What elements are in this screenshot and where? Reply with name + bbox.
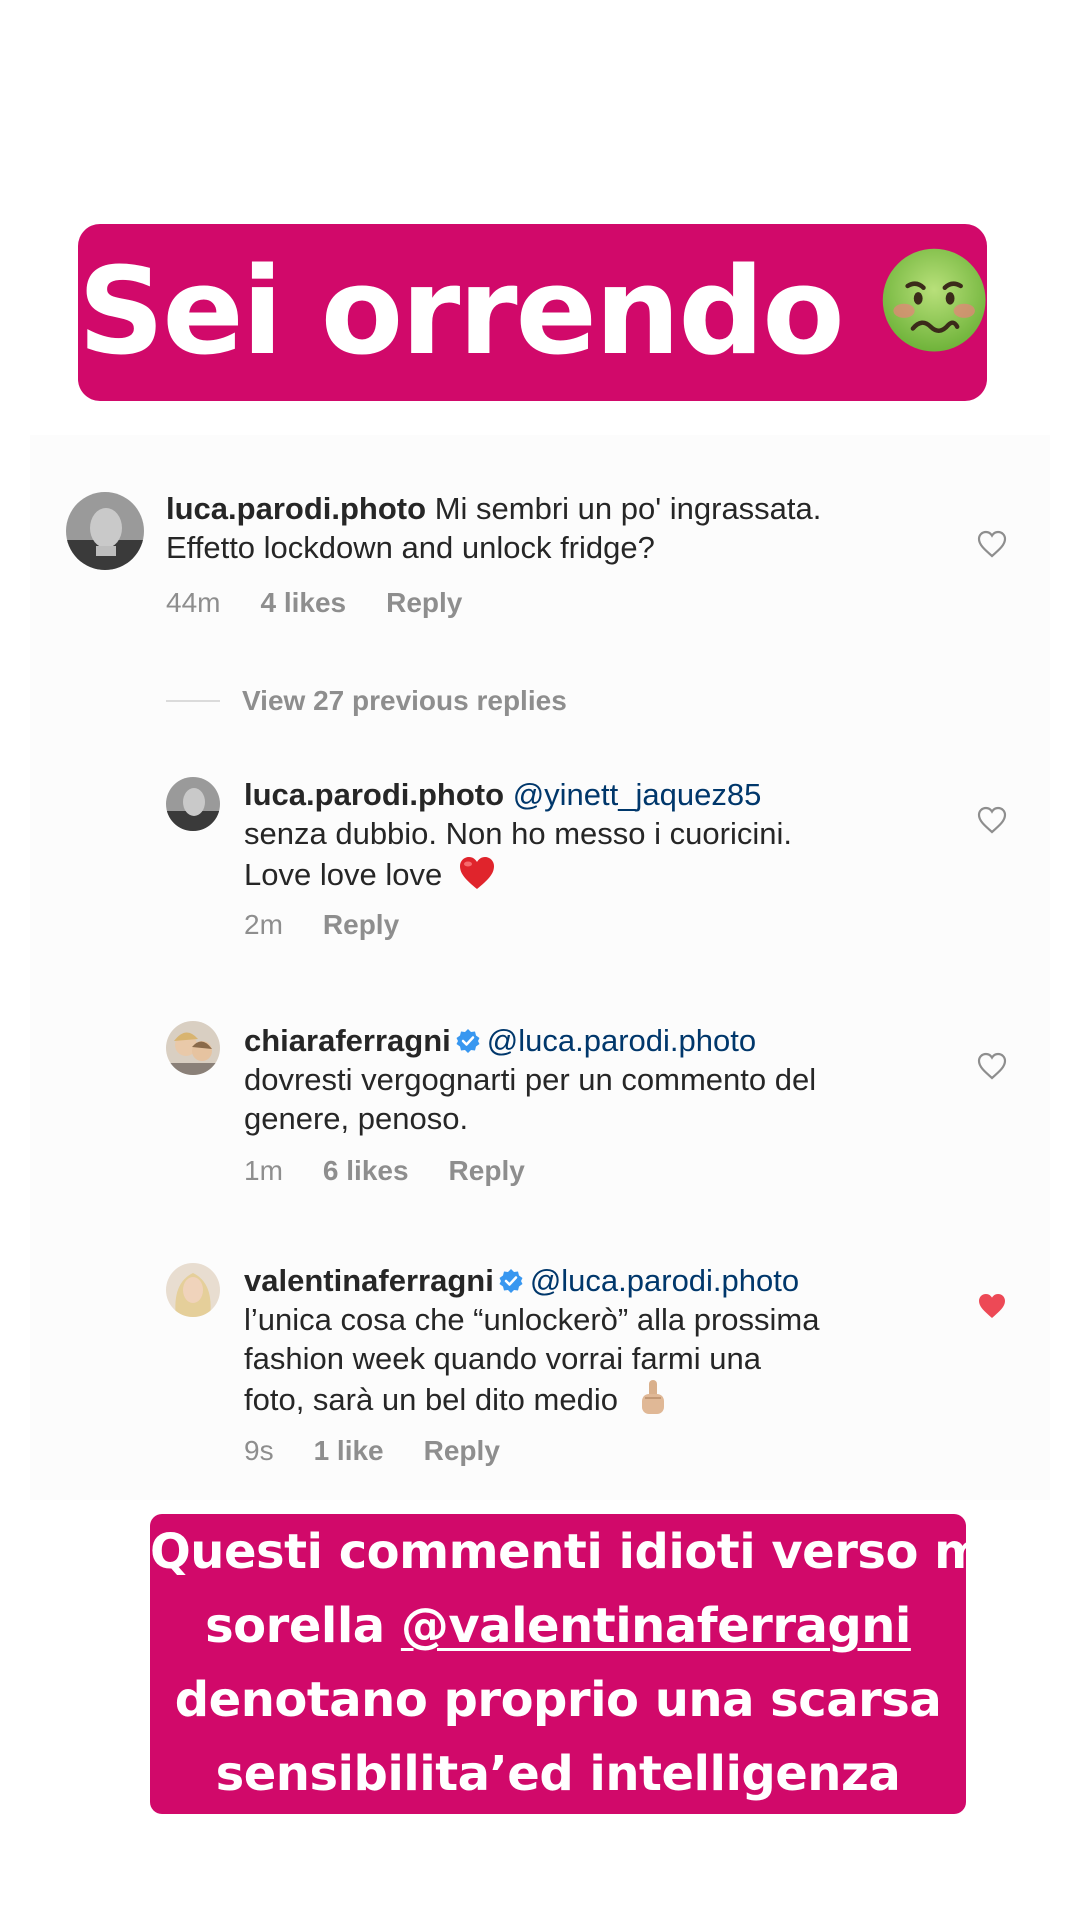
caption-mention-link[interactable]: @valentinaferragni	[401, 1598, 911, 1654]
caption-line: sorella @valentinaferragni	[205, 1598, 911, 1654]
comment-text: luca.parodi.photo @yinett_jaquez85 senza…	[244, 777, 792, 893]
comments-screenshot: luca.parodi.photo Mi sembri un po' ingra…	[30, 435, 1050, 1500]
caption-line: Questi commenti idioti verso mia	[150, 1524, 1032, 1580]
avatar[interactable]	[166, 1263, 220, 1317]
avatar[interactable]	[166, 1021, 220, 1075]
likes-count[interactable]: 1 like	[314, 1435, 384, 1467]
comment-text: chiaraferragni @luca.parodi.photo dovrest…	[244, 1023, 817, 1136]
comment-text: valentinaferragni @luca.parodi.photo l’un…	[244, 1263, 820, 1418]
caption-line: denotano proprio una scarsa	[174, 1672, 942, 1728]
comment-meta: 9s 1 like Reply	[244, 1435, 500, 1467]
title-text: Sei orrendo	[78, 243, 845, 382]
likes-count[interactable]: 6 likes	[323, 1155, 409, 1187]
heart-outline-icon[interactable]	[976, 529, 1008, 559]
comment-meta: 1m 6 likes Reply	[244, 1155, 525, 1187]
verified-badge-icon	[498, 1264, 524, 1293]
heart-outline-icon[interactable]	[976, 1051, 1008, 1081]
comment-time: 2m	[244, 909, 283, 940]
comment-username[interactable]: luca.parodi.photo	[244, 777, 504, 812]
avatar[interactable]	[66, 492, 144, 570]
heart-outline-icon[interactable]	[976, 805, 1008, 835]
comment-time: 9s	[244, 1435, 274, 1466]
verified-badge-icon	[455, 1024, 481, 1053]
reply-button[interactable]: Reply	[386, 587, 462, 619]
reply-button[interactable]: Reply	[449, 1155, 525, 1187]
mention-link[interactable]: @yinett_jaquez85	[513, 777, 762, 812]
comment-time: 44m	[166, 587, 221, 618]
mention-link[interactable]: @luca.parodi.photo	[487, 1023, 756, 1058]
reply-button[interactable]: Reply	[323, 909, 399, 941]
comment-meta: 2m Reply	[244, 909, 399, 941]
heart-filled-icon[interactable]	[976, 1291, 1008, 1321]
comment-username[interactable]: luca.parodi.photo	[166, 491, 426, 526]
title-sticker: Sei orrendo	[78, 224, 987, 401]
caption-sticker: Questi commenti idioti verso mia sorella…	[150, 1514, 1032, 1814]
red-heart-icon	[457, 853, 497, 893]
comment-username[interactable]: valentinaferragni	[244, 1263, 494, 1298]
nauseated-face-icon	[881, 247, 987, 367]
middle-finger-icon	[633, 1378, 673, 1418]
comment-time: 1m	[244, 1155, 283, 1186]
comment-text: luca.parodi.photo Mi sembri un po' ingra…	[166, 491, 822, 565]
comment-meta: 44m 4 likes Reply	[166, 587, 462, 619]
avatar[interactable]	[166, 777, 220, 831]
caption-line: sensibilita’ed intelligenza	[215, 1746, 901, 1802]
likes-count[interactable]: 4 likes	[260, 587, 346, 619]
reply-button[interactable]: Reply	[424, 1435, 500, 1467]
mention-link[interactable]: @luca.parodi.photo	[530, 1263, 799, 1298]
view-previous-replies[interactable]: View 27 previous replies	[166, 685, 567, 717]
divider-line	[166, 700, 220, 702]
comment-username[interactable]: chiaraferragni	[244, 1023, 451, 1058]
